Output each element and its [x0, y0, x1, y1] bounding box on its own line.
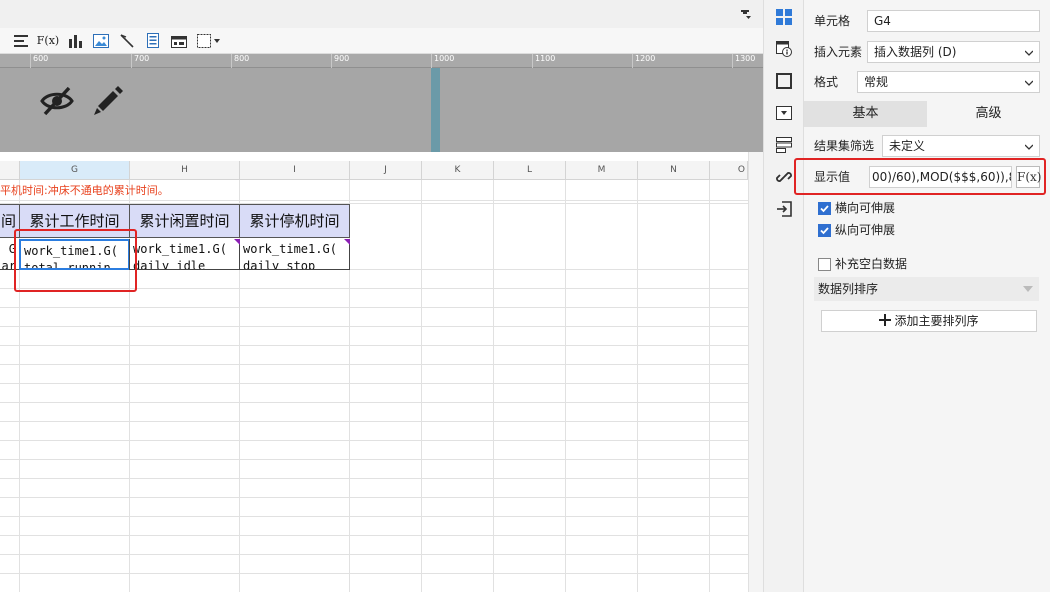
plus-icon	[879, 314, 892, 326]
ruler-label: 900	[334, 54, 350, 63]
format-label: 格式	[814, 75, 839, 89]
column-header-l[interactable]: L	[494, 161, 566, 180]
hide-eye-icon[interactable]	[40, 85, 74, 117]
column-header-k[interactable]: K	[422, 161, 494, 180]
vertical-expand-label: 纵向可伸展	[835, 223, 896, 237]
column-header-m[interactable]: M	[566, 161, 638, 180]
report-designer-window: F(x) 600 700 800 900 1000 1100 1200 1300	[0, 0, 1050, 592]
header-cell-total-stop-time[interactable]: 累计停机时间	[239, 204, 350, 238]
data-sort-section[interactable]: 数据列排序	[814, 277, 1039, 301]
header-cell-total-idle-time[interactable]: 累计闲置时间	[129, 204, 240, 238]
condition-attribute-icon[interactable]	[775, 136, 793, 154]
horizontal-expand-label: 横向可伸展	[835, 201, 896, 215]
page-boundary-marker	[431, 68, 440, 152]
data-cell-i4[interactable]: work_time1.G( daily_stop	[239, 239, 350, 270]
format-select[interactable]: 常规	[857, 71, 1040, 93]
ruler-label: 800	[234, 54, 250, 63]
properties-panel: 单元格 G4 插入元素 插入数据列 (D) 格式 常规 基本 高级 结果集筛选 …	[794, 0, 1050, 592]
collapse-toolbar-icon[interactable]	[739, 7, 753, 21]
chevron-down-icon	[1025, 144, 1033, 150]
filter-label: 结果集筛选	[814, 139, 875, 153]
chevron-down-icon	[1023, 286, 1033, 292]
image-icon[interactable]	[92, 32, 110, 50]
ruler-label: 1100	[535, 54, 556, 63]
horizontal-ruler: 600 700 800 900 1000 1100 1200 1300	[0, 54, 763, 68]
insert-toolbar: F(x)	[0, 28, 763, 54]
sub-report-icon[interactable]	[144, 32, 162, 50]
add-sort-label: 添加主要排列序	[894, 314, 979, 328]
chevron-down-icon	[1025, 50, 1033, 56]
cell-line: work_time1.G(	[243, 242, 337, 256]
expand-marker-icon	[344, 239, 350, 245]
cell-name-field[interactable]: G4	[867, 10, 1040, 32]
cell-line: work_time1.G(	[133, 242, 227, 256]
column-header-i[interactable]: I	[240, 161, 350, 180]
tab-basic[interactable]: 基本	[804, 101, 927, 127]
border-style-icon[interactable]	[775, 72, 793, 90]
ruler-label: 1300	[735, 54, 756, 63]
horizontal-expand-checkbox[interactable]	[818, 202, 831, 215]
widget-icon[interactable]	[170, 32, 188, 50]
import-icon[interactable]	[775, 200, 793, 218]
cell-attribute-icon[interactable]	[775, 40, 793, 58]
highlight-box	[14, 229, 137, 292]
chevron-down-icon	[1025, 80, 1033, 86]
highlight-box	[794, 158, 1046, 195]
vertical-scrollbar[interactable]	[748, 152, 763, 592]
data-cell-h4[interactable]: work_time1.G( daily_idle	[129, 239, 240, 270]
slash-icon[interactable]	[118, 32, 136, 50]
ruler-label: 1200	[635, 54, 656, 63]
cell-label: 单元格	[814, 14, 851, 28]
insert-element-value: 插入数据列 (D)	[874, 45, 957, 59]
cell-properties-icon[interactable]	[775, 8, 793, 26]
settings-tabs: 基本 高级	[804, 101, 1050, 127]
column-header[interactable]	[0, 161, 20, 180]
filter-select[interactable]: 未定义	[882, 135, 1040, 157]
format-value: 常规	[864, 75, 889, 89]
vertical-expand-checkbox[interactable]	[818, 224, 831, 237]
parameter-pane	[0, 68, 763, 152]
widget-settings-icon[interactable]	[775, 104, 793, 122]
top-bar	[0, 0, 763, 28]
checkmark-icon	[820, 205, 829, 213]
filter-value: 未定义	[889, 139, 926, 153]
column-header-j[interactable]: J	[350, 161, 422, 180]
add-sort-button[interactable]: 添加主要排列序	[821, 310, 1037, 332]
checkmark-icon	[820, 227, 829, 235]
insert-element-select[interactable]: 插入数据列 (D)	[867, 41, 1040, 63]
formula-icon[interactable]: F(x)	[37, 32, 59, 50]
ruler-label: 600	[33, 54, 49, 63]
column-header-g[interactable]: G	[20, 161, 130, 180]
ruler-label: 700	[134, 54, 150, 63]
hyperlink-icon[interactable]	[775, 168, 793, 186]
fill-blank-checkbox[interactable]	[818, 258, 831, 271]
column-header-o[interactable]: O	[710, 161, 748, 180]
ruler-label: 1000	[434, 54, 455, 63]
edit-pencil-icon[interactable]	[92, 85, 124, 117]
cell-line: daily_idle	[133, 259, 206, 270]
cell-line: daily_stop	[243, 259, 316, 270]
note-text: 平机时间:冲床不通电的累计时间。	[0, 184, 169, 197]
side-icon-strip	[763, 0, 804, 592]
align-left-icon[interactable]	[12, 32, 30, 50]
spreadsheet-grid[interactable]: G H I J K L M N O 平机时间:冲床不通电的累计时间。 间 累计工…	[0, 161, 748, 592]
data-sort-label: 数据列排序	[818, 282, 879, 296]
column-header-n[interactable]: N	[638, 161, 710, 180]
insert-element-label: 插入元素	[814, 45, 863, 59]
bar-chart-icon[interactable]	[66, 32, 84, 50]
column-header-h[interactable]: H	[130, 161, 240, 180]
fill-blank-label: 补充空白数据	[835, 257, 908, 271]
tab-advanced[interactable]: 高级	[927, 101, 1050, 127]
expand-marker-icon	[234, 239, 240, 245]
ruler-gap	[0, 152, 748, 161]
border-icon[interactable]	[196, 32, 222, 50]
